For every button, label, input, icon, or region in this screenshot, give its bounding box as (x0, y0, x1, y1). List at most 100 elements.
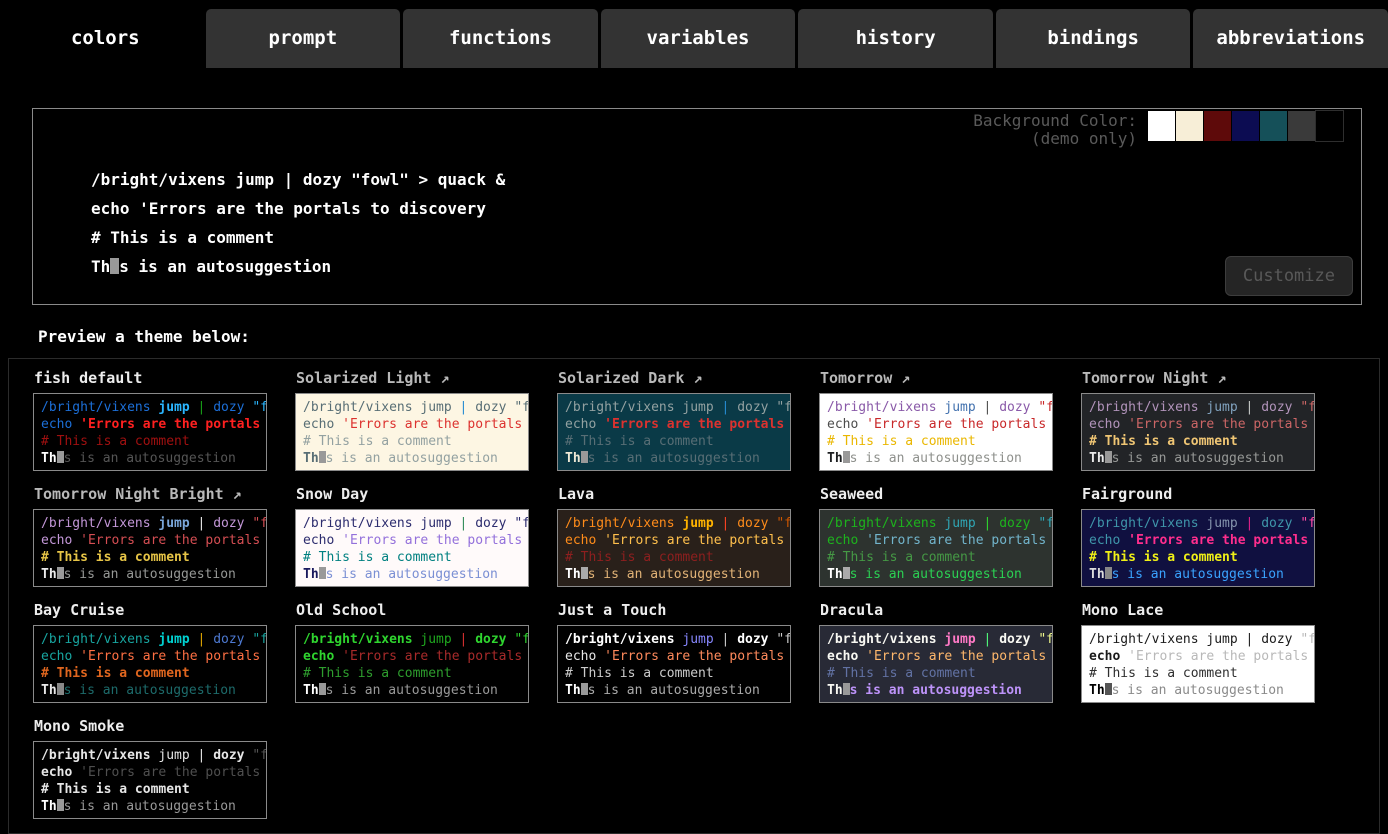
text-cursor (110, 258, 119, 274)
theme-line-command: /bright/vixens jump | dozy "fowl" > quac… (1089, 515, 1307, 532)
swatch-maroon[interactable] (1204, 111, 1231, 141)
theme-card[interactable]: /bright/vixens jump | dozy "fowl" > quac… (295, 509, 529, 587)
theme-line-autosuggestion: Ths is an autosuggestion (1089, 450, 1307, 467)
theme-card[interactable]: /bright/vixens jump | dozy "fowl" > quac… (295, 393, 529, 471)
theme-line-error: echo 'Errors are the portals to discover… (41, 416, 259, 433)
theme-card[interactable]: /bright/vixens jump | dozy "fowl" > quac… (819, 393, 1053, 471)
theme-title[interactable]: Lava (558, 485, 791, 505)
theme-card[interactable]: /bright/vixens jump | dozy "fowl" > quac… (557, 509, 791, 587)
theme-line-command: /bright/vixens jump | dozy "fowl" > quac… (41, 399, 259, 416)
tok-param: jump (1206, 400, 1237, 415)
theme-line-comment: # This is a comment (1089, 549, 1307, 566)
tab-functions[interactable]: functions (403, 9, 598, 68)
theme-line-autosuggestion: Ths is an autosuggestion (41, 566, 259, 583)
tok-quote: "fowl" (1300, 632, 1315, 647)
swatch-teal[interactable] (1260, 111, 1287, 141)
swatch-white[interactable] (1148, 111, 1175, 141)
tok-param: jump (944, 400, 975, 415)
theme-title[interactable]: Dracula (820, 601, 1053, 621)
swatch-cream[interactable] (1176, 111, 1203, 141)
tok-param: jump (944, 632, 975, 647)
tok-cmd2: dozy (213, 516, 244, 531)
theme-title[interactable]: Mono Lace (1082, 601, 1315, 621)
theme-line-error: echo 'Errors are the portals to discover… (41, 764, 259, 781)
tab-colors[interactable]: colors (8, 9, 203, 68)
theme-title[interactable]: Solarized Dark ↗ (558, 369, 791, 389)
tok-comment: # This is a comment (565, 434, 714, 449)
theme-line-error: echo 'Errors are the portals to discover… (303, 648, 521, 665)
tok-quote: "fowl" (776, 400, 791, 415)
tok-auto: s is an autosuggestion (588, 451, 760, 466)
swatch-black[interactable] (1316, 111, 1343, 141)
tok-param: jump (158, 748, 189, 763)
theme-card[interactable]: /bright/vixens jump | dozy "fowl" > quac… (33, 509, 267, 587)
theme-title[interactable]: Tomorrow Night Bright ↗ (34, 485, 267, 505)
tok-th: Th (1089, 451, 1105, 466)
theme-title[interactable]: Old School (296, 601, 529, 621)
tok-th: Th (1089, 683, 1105, 698)
theme-card[interactable]: /bright/vixens jump | dozy "fowl" > quac… (819, 509, 1053, 587)
tok-th: Th (41, 567, 57, 582)
theme-line-comment: # This is a comment (827, 433, 1045, 450)
tok-param: jump (420, 632, 451, 647)
customize-button[interactable]: Customize (1225, 256, 1353, 296)
theme-title[interactable]: Fairground (1082, 485, 1315, 505)
tok-error: 'Errors are the portals to discovery (604, 649, 791, 664)
theme-title[interactable]: Just a Touch (558, 601, 791, 621)
theme-card[interactable]: /bright/vixens jump | dozy "fowl" > quac… (557, 393, 791, 471)
theme-text-cursor (1105, 567, 1112, 579)
tok-comment: # This is a comment (303, 666, 452, 681)
tok-auto: s is an autosuggestion (326, 683, 498, 698)
theme-title[interactable]: Mono Smoke (34, 717, 267, 737)
theme-card[interactable]: /bright/vixens jump | dozy "fowl" > quac… (295, 625, 529, 703)
theme-line-autosuggestion: Ths is an autosuggestion (565, 450, 783, 467)
theme-title[interactable]: Tomorrow Night ↗ (1082, 369, 1315, 389)
theme-line-error: echo 'Errors are the portals to discover… (1089, 416, 1307, 433)
tok-quote: "fowl" (252, 516, 267, 531)
theme-line-autosuggestion: Ths is an autosuggestion (827, 566, 1045, 583)
tok-cmd1: /bright/vixens (827, 516, 937, 531)
tab-abbreviations[interactable]: abbreviations (1193, 9, 1388, 68)
tab-variables[interactable]: variables (601, 9, 796, 68)
tok-echo: echo (41, 649, 72, 664)
theme-title[interactable]: Seaweed (820, 485, 1053, 505)
tab-history[interactable]: history (798, 9, 993, 68)
tok-error: 'Errors are the portals to discovery (80, 533, 267, 548)
theme-title[interactable]: Solarized Light ↗ (296, 369, 529, 389)
tok-quote: "fowl" (514, 516, 529, 531)
theme-title[interactable]: Bay Cruise (34, 601, 267, 621)
theme-grid: fish default /bright/vixens jump | dozy … (9, 359, 1379, 833)
background-swatches (1147, 111, 1343, 141)
tok-pipe: | (984, 632, 992, 647)
theme-line-error: echo 'Errors are the portals to discover… (565, 532, 783, 549)
theme-title[interactable]: Tomorrow ↗ (820, 369, 1053, 389)
tok-pipe: | (1246, 400, 1254, 415)
theme-card[interactable]: /bright/vixens jump | dozy "fowl" > quac… (557, 625, 791, 703)
tab-prompt[interactable]: prompt (206, 9, 401, 68)
theme-card[interactable]: /bright/vixens jump | dozy "fowl" > quac… (33, 625, 267, 703)
theme-card[interactable]: /bright/vixens jump | dozy "fowl" > quac… (1081, 509, 1315, 587)
theme-line-error: echo 'Errors are the portals to discover… (303, 532, 521, 549)
theme-card[interactable]: /bright/vixens jump | dozy "fowl" > quac… (33, 741, 267, 819)
theme-title[interactable]: Snow Day (296, 485, 529, 505)
tab-bindings[interactable]: bindings (996, 9, 1191, 68)
theme-text-cursor (1105, 683, 1112, 695)
theme-card[interactable]: /bright/vixens jump | dozy "fowl" > quac… (819, 625, 1053, 703)
tok-cmd2: dozy (1261, 516, 1292, 531)
tok-quote: "fowl" (776, 516, 791, 531)
swatch-navy[interactable] (1232, 111, 1259, 141)
tok-error: 'Errors are the portals to discovery (342, 533, 529, 548)
theme-card[interactable]: /bright/vixens jump | dozy "fowl" > quac… (1081, 625, 1315, 703)
tok-echo: echo (303, 533, 334, 548)
theme-card[interactable]: /bright/vixens jump | dozy "fowl" > quac… (1081, 393, 1315, 471)
tok-th: Th (565, 567, 581, 582)
swatch-dark-gray[interactable] (1288, 111, 1315, 141)
theme-line-comment: # This is a comment (303, 433, 521, 450)
theme-line-comment: # This is a comment (827, 665, 1045, 682)
theme-title[interactable]: fish default (34, 369, 267, 389)
theme-card[interactable]: /bright/vixens jump | dozy "fowl" > quac… (33, 393, 267, 471)
tok-comment: # This is a comment (41, 782, 190, 797)
tok-cmd2: dozy (213, 400, 244, 415)
theme-text-cursor (57, 683, 64, 695)
tok-echo: echo (827, 533, 858, 548)
